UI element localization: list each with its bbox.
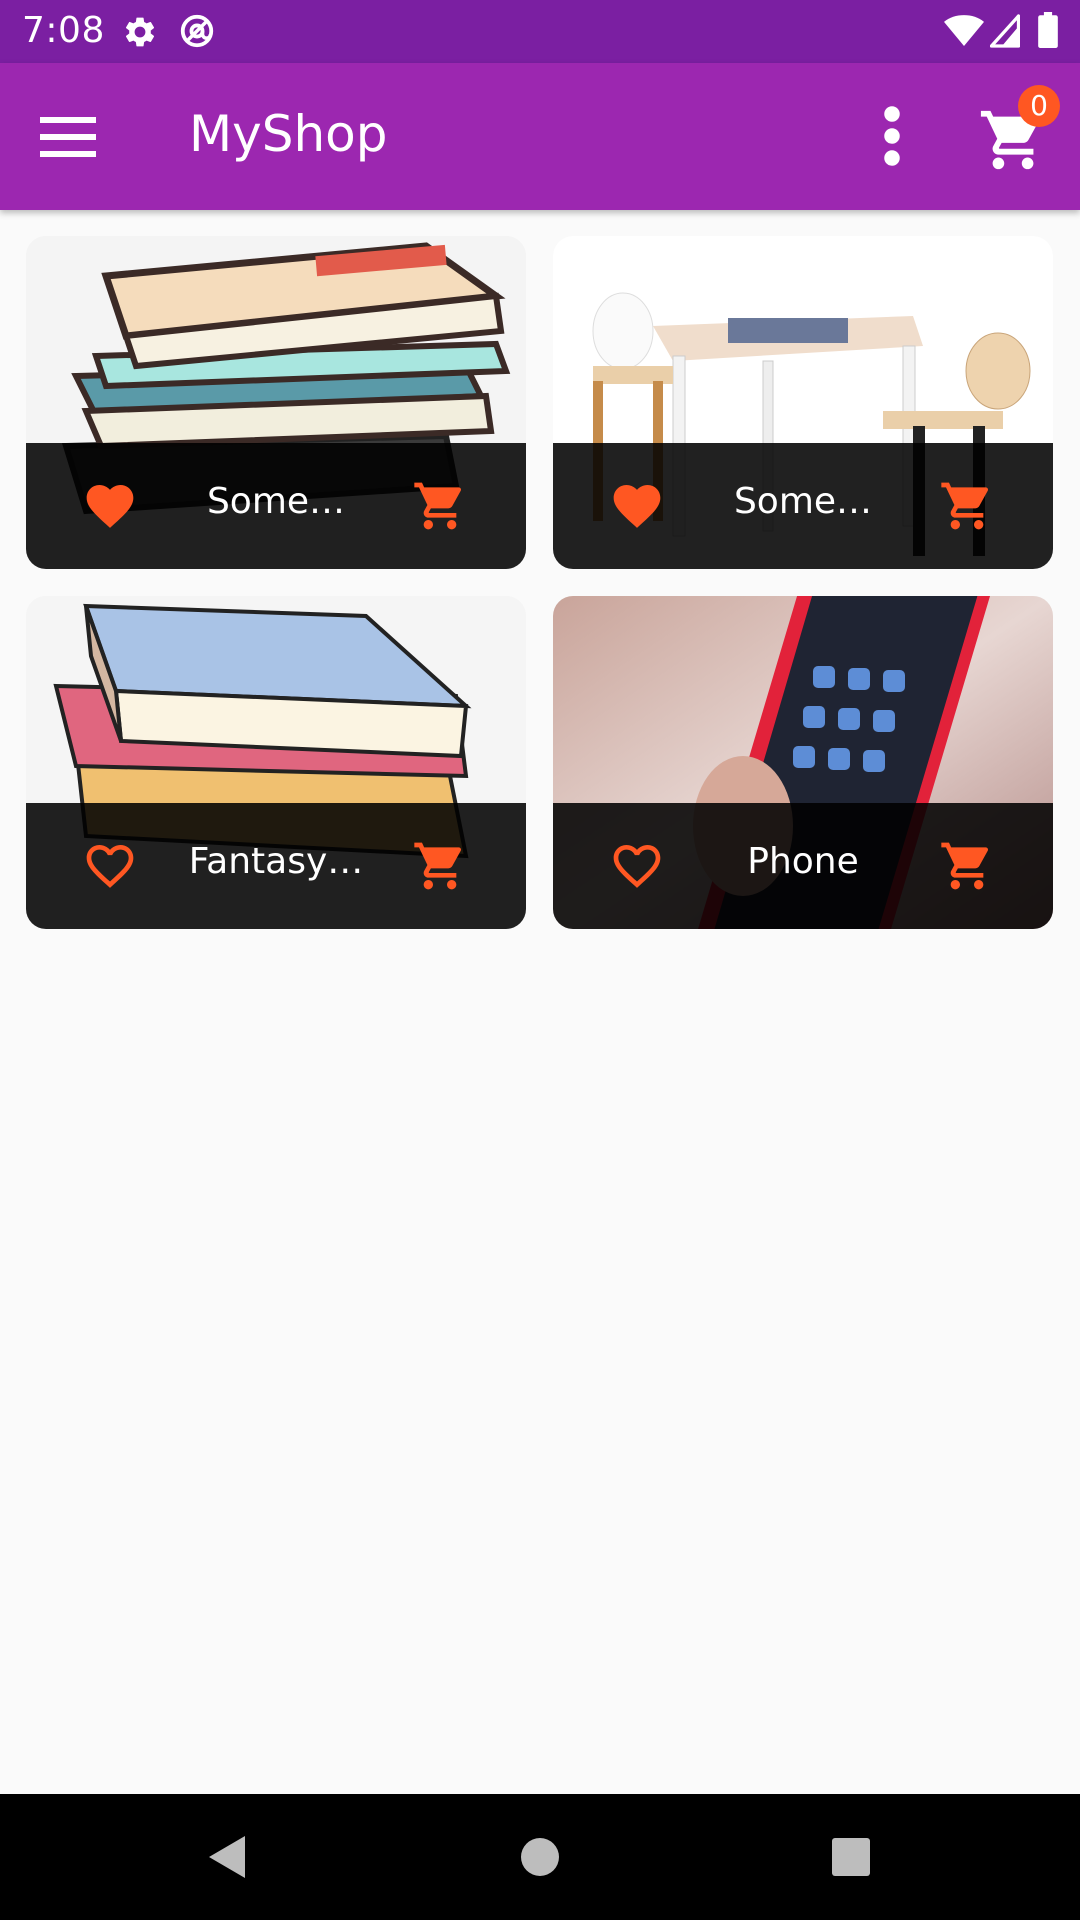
heart-outline-icon[interactable] [82, 838, 138, 894]
more-vertical-icon[interactable] [874, 105, 910, 167]
heart-outline-icon[interactable] [609, 838, 665, 894]
battery-icon [1038, 12, 1058, 48]
settings-icon [125, 17, 155, 47]
card-footer: Phone [553, 803, 1053, 929]
signal-icon [990, 14, 1020, 48]
card-footer: Some… [553, 443, 1053, 569]
product-title: Fantasy… [188, 841, 364, 882]
add-to-cart-icon[interactable] [937, 478, 997, 534]
product-card[interactable]: Phone [553, 596, 1053, 929]
product-card[interactable]: Some… [26, 236, 526, 569]
cart-count-badge: 0 [1018, 85, 1060, 127]
card-footer: Fantasy… [26, 803, 526, 929]
card-footer: Some… [26, 443, 526, 569]
back-icon[interactable] [205, 1834, 247, 1880]
add-to-cart-icon[interactable] [410, 478, 470, 534]
app-bar: MyShop 0 [0, 63, 1080, 210]
hamburger-menu-icon[interactable] [40, 115, 96, 159]
heart-filled-icon[interactable] [609, 478, 665, 534]
app-title: MyShop [189, 105, 388, 163]
heart-filled-icon[interactable] [82, 478, 138, 534]
product-title: Phone [747, 841, 859, 882]
recents-icon[interactable] [831, 1837, 871, 1877]
product-title: Some… [733, 481, 873, 522]
wifi-icon [944, 15, 984, 46]
product-title: Some… [206, 481, 346, 522]
status-time: 7:08 [22, 10, 105, 51]
navigation-bar [0, 1794, 1080, 1920]
add-to-cart-icon[interactable] [410, 838, 470, 894]
home-icon[interactable] [520, 1837, 560, 1877]
product-card[interactable]: Some… [553, 236, 1053, 569]
status-bar: 7:08 [0, 0, 1080, 63]
product-card[interactable]: Fantasy… [26, 596, 526, 929]
at-sign-icon [180, 14, 214, 48]
add-to-cart-icon[interactable] [937, 838, 997, 894]
